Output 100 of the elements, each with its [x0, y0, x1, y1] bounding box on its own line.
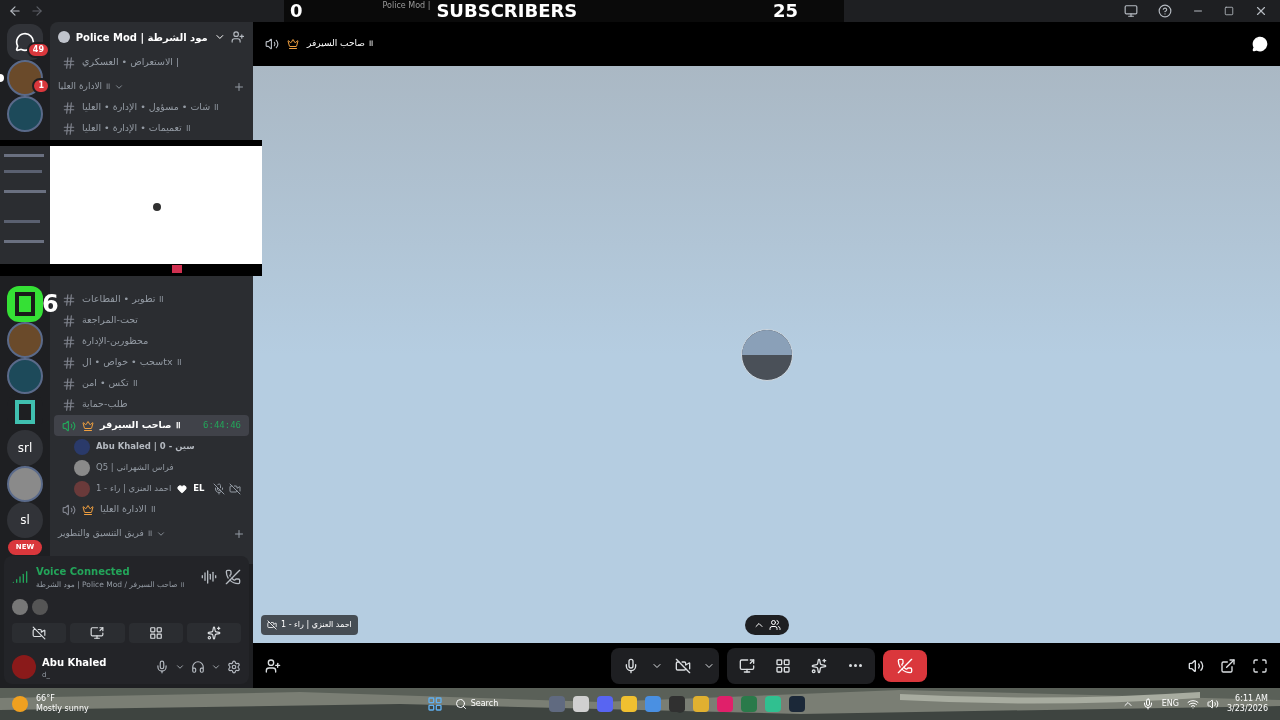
hash-icon: [62, 121, 76, 136]
add-channel-icon[interactable]: [233, 528, 245, 540]
server-button[interactable]: srl: [7, 430, 43, 466]
invite-icon[interactable]: [231, 30, 245, 44]
grid-icon: [775, 657, 791, 674]
subscriber-label: SUBSCRIBERS: [436, 0, 578, 23]
speaker-icon: [62, 502, 76, 517]
server-avatar: [58, 31, 70, 43]
language-indicator[interactable]: ENG: [1161, 698, 1179, 710]
mic-icon: [623, 657, 639, 674]
server-button[interactable]: sl: [7, 502, 43, 538]
text-channel[interactable]: الاستعراض • العسكري |: [54, 52, 249, 73]
hang-up-icon: [897, 657, 913, 674]
server-icon[interactable]: [7, 466, 43, 502]
people-icon: [768, 619, 781, 631]
invite-icon[interactable]: [265, 657, 281, 674]
speaker-icon: [62, 418, 76, 433]
start-icon[interactable]: [426, 696, 443, 712]
crown-icon: [82, 503, 94, 516]
text-channel[interactable]: طلب-حماية: [54, 394, 249, 415]
member-avatar: [74, 438, 90, 455]
clock-time[interactable]: 6:11 AM: [1235, 694, 1268, 704]
speaker-icon: [265, 37, 279, 51]
screen-share-icon: [739, 657, 755, 674]
end-call-button[interactable]: [883, 649, 927, 682]
participants-button[interactable]: [744, 615, 789, 635]
window-title: Police Mod |: [382, 0, 431, 12]
text-channel[interactable]: تكس • امن ॥: [54, 373, 249, 394]
member-name[interactable]: Q5 | فراس الشهراني: [96, 461, 174, 474]
mic-icon[interactable]: [1141, 698, 1154, 710]
category-header[interactable]: فريق التنسيق والتطوير ॥: [58, 527, 166, 541]
hash-icon: [62, 313, 76, 328]
chevron-icon: [155, 529, 166, 539]
hash-icon: [62, 376, 76, 391]
channel-title: صاحب السيرفر ॥: [307, 37, 373, 51]
popout-icon[interactable]: [1220, 657, 1236, 674]
search-field[interactable]: Search: [450, 694, 541, 714]
voice-status[interactable]: Voice Connected: [36, 564, 185, 580]
member-name[interactable]: Abu Khaled | 0 - سين: [96, 440, 195, 453]
activities-button[interactable]: [128, 622, 183, 643]
participant-name-tag: احمد العنزي | راء - 1: [261, 615, 358, 635]
notification-badge: 1: [32, 78, 50, 94]
help-icon[interactable]: [1158, 4, 1172, 18]
fullscreen-icon[interactable]: [1252, 657, 1268, 674]
mic-icon[interactable]: [155, 660, 169, 675]
member-avatar: [12, 598, 28, 615]
hash-icon: [62, 100, 76, 115]
forward-icon[interactable]: [30, 4, 44, 18]
soundboard-button[interactable]: [186, 622, 241, 643]
member-avatar: [74, 459, 90, 476]
clock-date[interactable]: 3/23/2026: [1226, 704, 1268, 714]
home-button[interactable]: [7, 24, 43, 60]
hash-icon: [62, 397, 76, 412]
settings-icon[interactable]: [227, 660, 241, 675]
server-icon[interactable]: [7, 286, 43, 322]
disconnect-icon[interactable]: [225, 569, 241, 586]
user-avatar: [12, 655, 36, 680]
member-avatar: [32, 598, 48, 615]
sparkles-icon: [811, 657, 827, 674]
server-header[interactable]: Police Mod | مود الشرطة: [50, 22, 253, 52]
voice-channel[interactable]: الادارة العليا ॥: [54, 499, 249, 520]
member-tag: EL: [193, 482, 205, 495]
member-avatar: [74, 480, 90, 497]
back-icon[interactable]: [8, 4, 22, 18]
headphones-icon[interactable]: [191, 660, 205, 675]
text-channel[interactable]: سحب • خواص • الtx ॥: [54, 352, 249, 373]
hash-icon: [62, 292, 76, 307]
camera-off-icon: [675, 657, 691, 674]
screen-share-button[interactable]: [70, 622, 125, 643]
member-name[interactable]: احمد العنزي | راء - 1: [96, 482, 172, 495]
signal-icon: [12, 569, 28, 586]
maximize-icon[interactable]: [1224, 6, 1234, 16]
noise-suppression-icon[interactable]: [201, 569, 217, 586]
more-icon: [848, 664, 862, 667]
text-channel[interactable]: محظورين-الإدارة: [54, 331, 249, 352]
text-channel[interactable]: تعميمات • الإدارة • العليا ॥: [54, 118, 249, 139]
search-icon: [454, 698, 467, 710]
category-header[interactable]: الادارة العليا ॥: [58, 80, 124, 94]
screen-share-icon: [90, 625, 105, 640]
volume-icon[interactable]: [1206, 698, 1219, 710]
close-icon[interactable]: [1254, 4, 1268, 18]
crown-icon: [82, 419, 94, 432]
user-name: Abu Khaled: [42, 655, 107, 670]
subscriber-goal: 25: [772, 0, 798, 23]
hash-icon: [62, 55, 76, 70]
volume-icon[interactable]: [1188, 657, 1204, 674]
inbox-icon[interactable]: [1124, 4, 1138, 18]
chat-icon[interactable]: [1252, 36, 1268, 52]
wifi-icon[interactable]: [1186, 698, 1199, 710]
subscriber-count: 0: [290, 0, 303, 23]
crown-icon: [287, 38, 299, 50]
sparkles-icon: [206, 625, 221, 640]
camera-off-button[interactable]: [12, 622, 67, 643]
hash-icon: [62, 355, 76, 370]
video-off-icon: [267, 620, 277, 630]
chevron-icon: [113, 82, 124, 92]
add-channel-icon[interactable]: [233, 81, 245, 93]
weather-text: Mostly sunny: [36, 704, 89, 714]
text-channel[interactable]: شات • مسؤول • الإدارة • العليا ॥: [54, 97, 249, 118]
hash-icon: [62, 334, 76, 349]
